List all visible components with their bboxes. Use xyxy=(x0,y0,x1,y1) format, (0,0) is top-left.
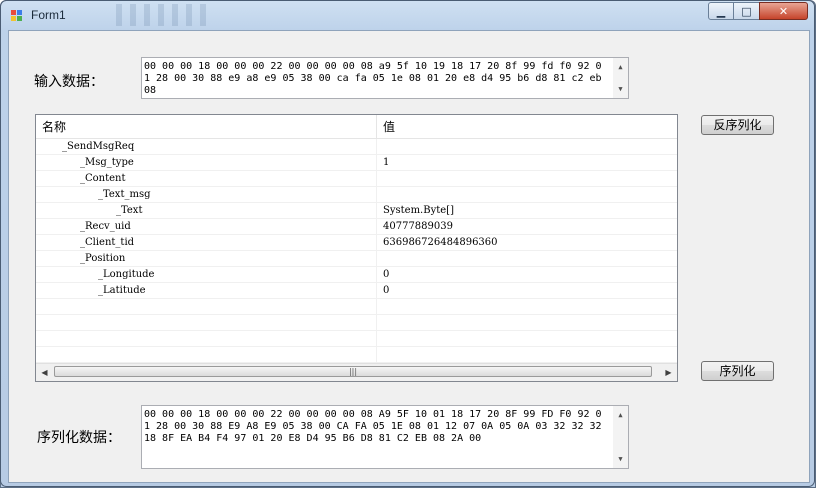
grid-cell-name xyxy=(36,347,377,363)
scroll-right-icon[interactable]: ▶ xyxy=(660,364,677,381)
grid-cell-value[interactable] xyxy=(377,171,383,187)
scroll-down-icon[interactable]: ▼ xyxy=(613,452,628,466)
grid-cell-name: _SendMsgReq xyxy=(36,139,377,155)
grid-cell-name xyxy=(36,315,377,331)
window-title: Form1 xyxy=(31,8,66,22)
grid-row[interactable] xyxy=(36,299,677,315)
property-grid[interactable]: 名称 值 _SendMsgReq _Msg_type 1 _Content _Text_… xyxy=(35,114,678,382)
serialized-data-text[interactable]: 00 00 00 18 00 00 00 22 00 00 00 00 08 A… xyxy=(144,409,606,445)
column-header-name[interactable]: 名称 xyxy=(36,115,377,139)
grid-cell-name: _Latitude xyxy=(36,283,377,299)
serialized-data-textbox[interactable]: 00 00 00 18 00 00 00 22 00 00 00 00 08 A… xyxy=(141,405,629,469)
grid-row[interactable]: _Text_msg xyxy=(36,187,677,203)
close-button[interactable]: ✕ xyxy=(759,2,808,20)
grid-row[interactable]: _Content xyxy=(36,171,677,187)
input-data-textbox[interactable]: 00 00 00 18 00 00 00 22 00 00 00 00 08 a… xyxy=(141,57,629,99)
grid-cell-value[interactable] xyxy=(377,331,383,347)
minimize-icon: ▁ xyxy=(716,4,726,18)
close-icon: ✕ xyxy=(778,4,789,18)
hscroll-thumb[interactable]: ||| xyxy=(54,366,652,377)
output-vscrollbar[interactable]: ▲ ▼ xyxy=(613,406,628,468)
grid-row[interactable]: _Latitude 0 xyxy=(36,283,677,299)
input-vscrollbar[interactable]: ▲ ▼ xyxy=(613,58,628,98)
grid-cell-value[interactable] xyxy=(377,315,383,331)
grid-row[interactable]: _Longitude 0 xyxy=(36,267,677,283)
grid-row[interactable]: _Client_tid 636986726484896360 xyxy=(36,235,677,251)
input-data-label: 输入数据： xyxy=(34,74,104,90)
title-bar[interactable]: Form1 ▁ □ ✕ xyxy=(1,1,815,31)
grid-cell-name: _Text xyxy=(36,203,377,219)
grid-cell-value[interactable] xyxy=(377,187,383,203)
scroll-left-icon[interactable]: ◀ xyxy=(36,364,53,381)
grid-cell-name: _Msg_type xyxy=(36,155,377,171)
grid-cell-name: _Position xyxy=(36,251,377,267)
grid-row[interactable]: _Recv_uid 40777889039 xyxy=(36,219,677,235)
main-window: Form1 ▁ □ ✕ 输入数据： 00 00 00 18 00 00 00 2… xyxy=(0,0,816,488)
grid-row[interactable]: _Text System.Byte[] xyxy=(36,203,677,219)
scroll-up-icon[interactable]: ▲ xyxy=(613,60,628,74)
maximize-button[interactable]: □ xyxy=(733,2,760,20)
deserialize-button[interactable]: 反序列化 xyxy=(701,115,774,135)
grid-row[interactable] xyxy=(36,331,677,347)
scroll-down-icon[interactable]: ▼ xyxy=(613,82,628,96)
grid-cell-value[interactable]: System.Byte[] xyxy=(377,203,454,219)
serialized-data-label: 序列化数据： xyxy=(37,430,121,446)
grid-cell-value[interactable]: 636986726484896360 xyxy=(377,235,498,251)
input-data-text[interactable]: 00 00 00 18 00 00 00 22 00 00 00 00 08 a… xyxy=(144,61,606,97)
grid-cell-value[interactable] xyxy=(377,299,383,315)
grid-row[interactable]: _Msg_type 1 xyxy=(36,155,677,171)
app-icon-square xyxy=(11,16,16,21)
grid-cell-name: _Content xyxy=(36,171,377,187)
serialize-button[interactable]: 序列化 xyxy=(701,361,774,381)
app-icon-square xyxy=(17,16,22,21)
grid-row[interactable] xyxy=(36,315,677,331)
grid-cell-value[interactable] xyxy=(377,139,383,155)
form-client-area: 输入数据： 00 00 00 18 00 00 00 22 00 00 00 0… xyxy=(8,30,810,483)
grid-cell-name: _Text_msg xyxy=(36,187,377,203)
scroll-up-icon[interactable]: ▲ xyxy=(613,408,628,422)
grid-cell-name xyxy=(36,299,377,315)
grid-cell-name: _Longitude xyxy=(36,267,377,283)
grid-row[interactable]: _Position xyxy=(36,251,677,267)
grid-cell-name: _Recv_uid xyxy=(36,219,377,235)
grid-row[interactable]: _SendMsgReq xyxy=(36,139,677,155)
grid-cell-value[interactable]: 0 xyxy=(377,267,389,283)
background-ghost xyxy=(116,4,211,26)
minimize-button[interactable]: ▁ xyxy=(708,2,734,20)
column-header-value[interactable]: 值 xyxy=(377,115,677,139)
maximize-icon: □ xyxy=(741,4,752,18)
grid-cell-name: _Client_tid xyxy=(36,235,377,251)
grid-cell-value[interactable] xyxy=(377,251,383,267)
app-icon-square xyxy=(17,10,22,15)
grid-cell-value[interactable]: 1 xyxy=(377,155,389,171)
app-icon-square xyxy=(11,10,16,15)
grid-cell-value[interactable]: 0 xyxy=(377,283,389,299)
grid-cell-value[interactable] xyxy=(377,347,383,363)
app-icon xyxy=(11,10,23,22)
grid-cell-value[interactable]: 40777889039 xyxy=(377,219,453,235)
grid-cell-name xyxy=(36,331,377,347)
grid-hscrollbar[interactable]: ◀ ||| ▶ xyxy=(36,363,677,381)
grid-row[interactable] xyxy=(36,347,677,363)
